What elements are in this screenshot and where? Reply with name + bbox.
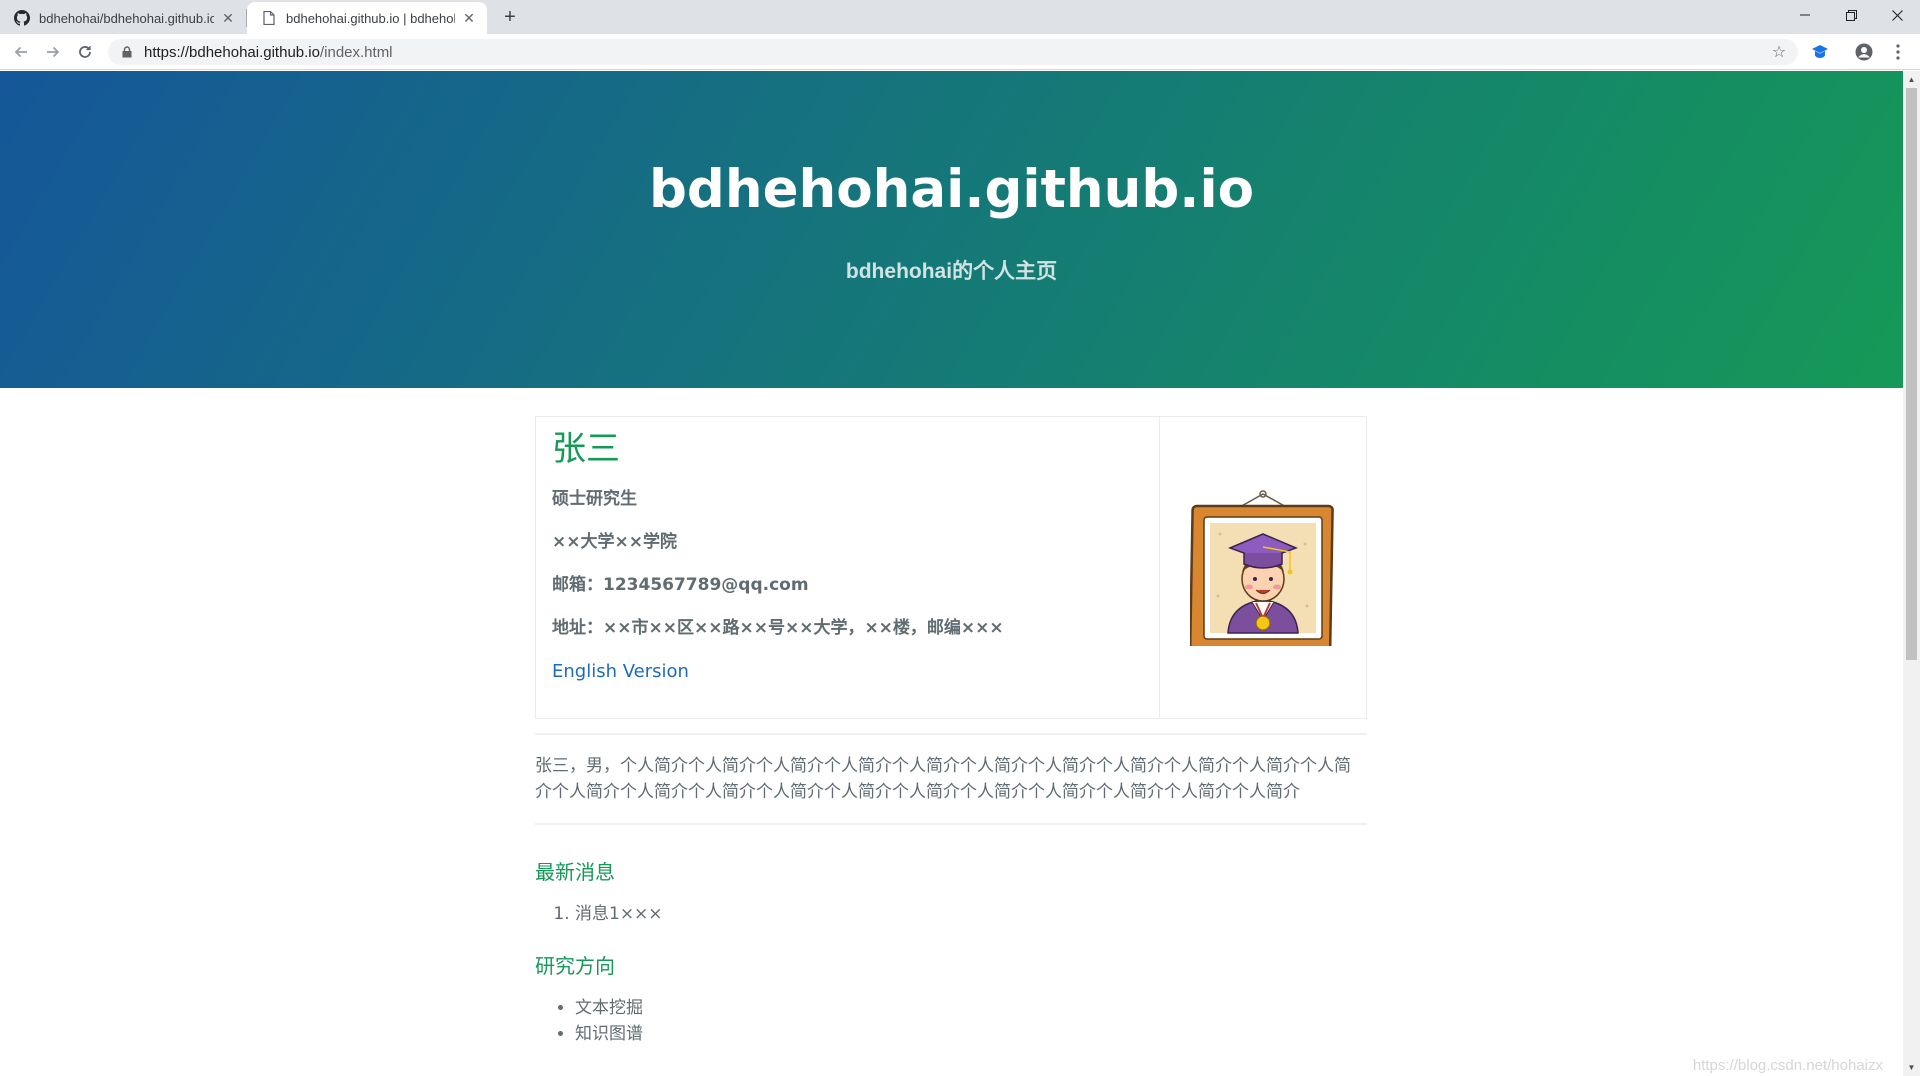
divider xyxy=(535,823,1367,825)
profile-name: 张三 xyxy=(552,429,620,469)
extension-icon[interactable] xyxy=(1810,42,1830,62)
research-list: 文本挖掘 知识图谱 xyxy=(535,995,1367,1047)
news-heading: 最新消息 xyxy=(535,860,615,884)
new-tab-button[interactable]: + xyxy=(499,6,521,28)
english-version-link[interactable]: English Version xyxy=(552,659,689,685)
back-icon[interactable] xyxy=(9,40,33,64)
research-heading: 研究方向 xyxy=(535,954,615,978)
close-icon[interactable]: ✕ xyxy=(461,10,477,26)
research-item: 知识图谱 xyxy=(575,1021,1367,1047)
watermark: https://blog.csdn.net/hohaizx xyxy=(1692,1057,1883,1074)
profile-address: 地址：××市××区××路××号××大学，××楼，邮编××× xyxy=(552,618,1004,638)
browser-toolbar: https://bdhehohai.github.io/index.html ☆ xyxy=(0,34,1920,70)
reload-icon[interactable] xyxy=(73,40,97,64)
page-viewport: bdhehohai.github.io bdhehohai的个人主页 张三 硕士… xyxy=(0,71,1903,1076)
divider xyxy=(535,733,1367,735)
site-description: bdhehohai的个人主页 xyxy=(845,260,1058,283)
profile-degree: 硕士研究生 xyxy=(552,489,637,509)
research-item: 文本挖掘 xyxy=(575,995,1367,1021)
url-text: https://bdhehohai.github.io/index.html xyxy=(144,43,393,61)
restore-icon[interactable] xyxy=(1828,0,1874,30)
profile-info-cell: 张三 硕士研究生 ××大学××学院 邮箱：1234567789@qq.com 地… xyxy=(535,416,1160,719)
profile-photo-cell xyxy=(1158,416,1368,719)
bookmark-star-icon[interactable]: ☆ xyxy=(1770,43,1788,61)
browser-tab-bar: bdhehohai/bdhehohai.github.io ✕ bdhehoha… xyxy=(0,0,1920,34)
page-icon xyxy=(261,10,277,26)
close-icon[interactable]: ✕ xyxy=(220,10,236,26)
profile-school: ××大学××学院 xyxy=(552,532,677,552)
github-icon xyxy=(14,10,30,26)
news-item: 消息1××× xyxy=(575,901,1367,927)
menu-kebab-icon[interactable] xyxy=(1888,42,1908,62)
scrollbar-thumb[interactable] xyxy=(1906,88,1917,660)
graduate-avatar-image xyxy=(1188,489,1334,651)
site-title[interactable]: bdhehohai.github.io xyxy=(0,159,1903,220)
page-scrollbar[interactable]: ▲ ▼ xyxy=(1903,71,1920,1076)
scroll-up-icon[interactable]: ▲ xyxy=(1903,71,1920,88)
minimize-icon[interactable] xyxy=(1782,0,1828,30)
main-content: 张三 硕士研究生 ××大学××学院 邮箱：1234567789@qq.com 地… xyxy=(535,416,1368,1047)
bio-paragraph: 张三，男，个人简介个人简介个人简介个人简介个人简介个人简介个人简介个人简介个人简… xyxy=(535,756,1351,802)
profile-card: 张三 硕士研究生 ××大学××学院 邮箱：1234567789@qq.com 地… xyxy=(535,416,1368,719)
tab-github-repo[interactable]: bdhehohai/bdhehohai.github.io ✕ xyxy=(0,2,246,34)
account-icon[interactable] xyxy=(1854,42,1874,62)
lock-icon xyxy=(120,45,134,59)
page-header-banner: bdhehohai.github.io bdhehohai的个人主页 xyxy=(0,71,1903,388)
tab-title: bdhehohai.github.io | bdhehohai xyxy=(286,10,455,26)
tab-title: bdhehohai/bdhehohai.github.io xyxy=(39,10,214,26)
news-list: 消息1××× xyxy=(535,901,1367,927)
tab-homepage[interactable]: bdhehohai.github.io | bdhehohai ✕ xyxy=(247,2,487,34)
profile-email: 邮箱：1234567789@qq.com xyxy=(552,575,809,595)
window-close-icon[interactable] xyxy=(1874,0,1920,30)
address-bar[interactable]: https://bdhehohai.github.io/index.html ☆ xyxy=(108,39,1798,65)
scroll-down-icon[interactable]: ▼ xyxy=(1903,1059,1920,1076)
forward-icon[interactable] xyxy=(41,40,65,64)
